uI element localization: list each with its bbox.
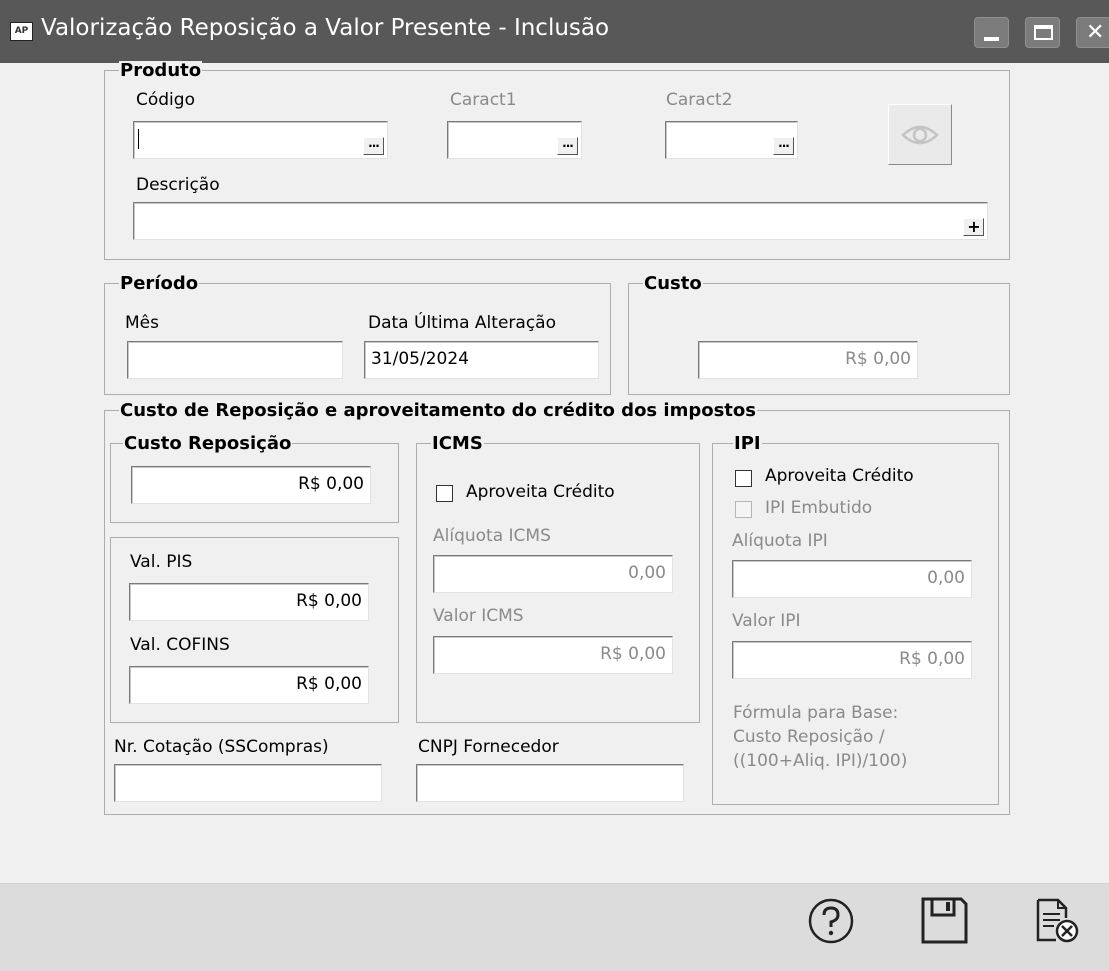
aliquota-icms-field: 0,00 [433, 555, 673, 593]
cnpj-input[interactable] [416, 764, 684, 802]
maximize-button[interactable] [1025, 17, 1060, 48]
icms-legend: ICMS [431, 433, 484, 454]
ipi-embutido-label: IPI Embutido [765, 498, 873, 518]
mes-input[interactable] [127, 341, 343, 379]
bottom-toolbar [0, 883, 1109, 971]
ipi-legend: IPI [733, 433, 762, 454]
mes-label: Mês [125, 313, 159, 333]
cnpj-label: CNPJ Fornecedor [418, 737, 559, 757]
ipi-formula-line2: Custo Reposição / [733, 727, 885, 747]
produto-legend: Produto [119, 60, 203, 81]
cofins-label: Val. COFINS [130, 635, 230, 655]
minimize-icon [984, 37, 999, 41]
caract1-input[interactable]: ... [447, 121, 582, 159]
save-button[interactable] [918, 894, 970, 946]
valor-icms-label: Valor ICMS [433, 606, 524, 626]
app-icon: AP [10, 22, 33, 41]
aliquota-icms-label: Alíquota ICMS [433, 526, 551, 546]
periodo-legend: Período [119, 273, 200, 294]
title-bar[interactable]: AP Valorização Reposição a Valor Present… [0, 0, 1109, 63]
custo-legend: Custo [643, 273, 703, 294]
codigo-label: Código [136, 90, 195, 110]
close-icon: ✕ [1086, 20, 1105, 45]
codigo-lookup-button[interactable]: ... [363, 137, 384, 155]
descricao-label: Descrição [136, 175, 220, 195]
caract2-label: Caract2 [666, 90, 733, 110]
caract1-lookup-button[interactable]: ... [557, 137, 578, 155]
icms-aproveita-checkbox[interactable] [436, 485, 453, 502]
aliquota-ipi-field: 0,00 [732, 560, 972, 598]
reposicao-legend: Custo de Reposição e aproveitamento do c… [119, 400, 757, 421]
caract2-lookup-button[interactable]: ... [773, 137, 794, 155]
aliquota-ipi-label: Alíquota IPI [732, 531, 828, 551]
ipi-embutido-checkbox [735, 501, 752, 518]
ipi-aproveita-checkbox[interactable] [735, 470, 752, 487]
pis-label: Val. PIS [130, 552, 193, 572]
data-alteracao-label: Data Última Alteração [368, 313, 556, 333]
valor-ipi-field: R$ 0,00 [732, 641, 972, 679]
eye-icon [901, 125, 939, 145]
minimize-button[interactable] [974, 17, 1009, 48]
close-button[interactable]: ✕ [1076, 17, 1109, 48]
ipi-aproveita-label[interactable]: Aproveita Crédito [765, 466, 914, 486]
help-button[interactable] [806, 896, 856, 946]
descricao-expand-button[interactable]: + [963, 218, 984, 236]
custo-reposicao-legend: Custo Reposição [123, 433, 293, 454]
caract2-input[interactable]: ... [665, 121, 798, 159]
icms-aproveita-label[interactable]: Aproveita Crédito [466, 482, 615, 502]
valor-ipi-label: Valor IPI [732, 611, 801, 631]
descricao-input[interactable]: + [133, 202, 988, 240]
cofins-input[interactable]: R$ 0,00 [129, 666, 369, 704]
pis-input[interactable]: R$ 0,00 [129, 583, 369, 621]
cancel-button[interactable] [1030, 894, 1082, 946]
ipi-formula-line3: ((100+Aliq. IPI)/100) [733, 751, 908, 771]
custo-reposicao-input[interactable]: R$ 0,00 [131, 466, 371, 504]
text-caret [138, 129, 139, 149]
window-title: Valorização Reposição a Valor Presente -… [41, 15, 610, 41]
cancel-document-icon [1036, 898, 1079, 943]
codigo-input[interactable]: ... [133, 121, 388, 159]
data-alteracao-input[interactable]: 31/05/2024 [364, 341, 599, 379]
caract1-label: Caract1 [450, 90, 517, 110]
custo-field: R$ 0,00 [698, 341, 918, 379]
help-icon [808, 898, 854, 944]
save-icon [921, 897, 968, 944]
cotacao-input[interactable] [114, 764, 382, 802]
view-product-button[interactable] [888, 104, 952, 165]
maximize-icon [1034, 25, 1053, 40]
valor-icms-field: R$ 0,00 [433, 636, 673, 674]
cotacao-label: Nr. Cotação (SSCompras) [114, 737, 329, 757]
ipi-formula-line1: Fórmula para Base: [733, 703, 899, 723]
